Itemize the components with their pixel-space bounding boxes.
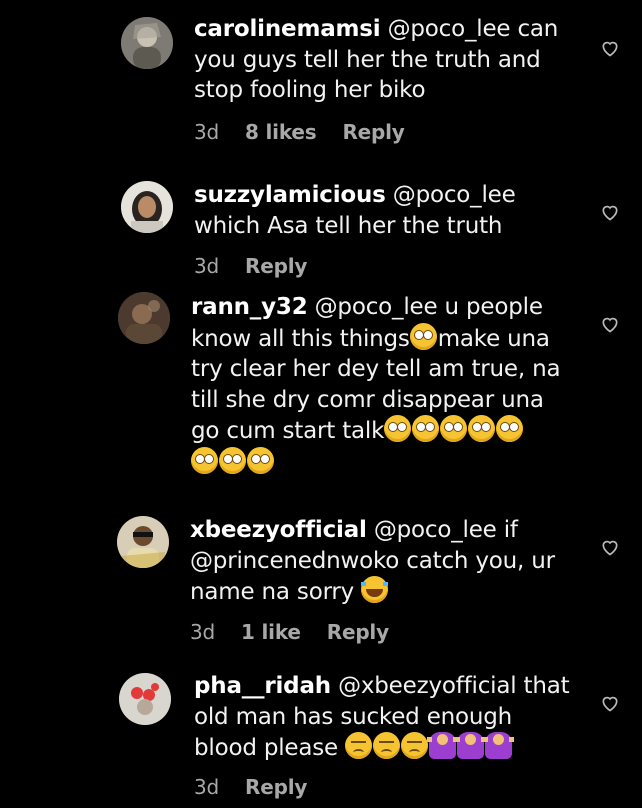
comment-username[interactable]: suzzylamicious	[194, 182, 386, 208]
face-with-rolling-eyes-icon	[247, 446, 274, 474]
heart-outline-icon[interactable]	[600, 38, 620, 58]
face-with-rolling-eyes-icon	[409, 322, 437, 350]
heart-outline-icon[interactable]	[600, 693, 620, 713]
comment-username[interactable]: rann_y32	[191, 294, 308, 320]
comment-time: 3d	[194, 120, 220, 144]
comment-body: stop fooling her biko	[194, 77, 426, 103]
person-shrugging-icon	[427, 732, 459, 759]
heart-outline-icon[interactable]	[600, 537, 620, 557]
heart-outline-icon[interactable]	[600, 202, 620, 222]
person-shrugging-icon	[455, 732, 487, 759]
reply-button[interactable]: Reply	[245, 254, 307, 278]
comment-meta: 3d Reply	[194, 775, 333, 799]
likes-count[interactable]: 8 likes	[245, 120, 317, 144]
avatar[interactable]	[121, 17, 173, 69]
comment-body: @poco_lee can	[380, 16, 559, 42]
reply-button[interactable]: Reply	[245, 775, 307, 799]
avatar[interactable]	[119, 673, 171, 725]
comment-body: name na sorry	[190, 579, 362, 605]
comment-body: @poco_lee if	[366, 517, 518, 543]
comment-body: try clear her dey tell am true, na	[191, 356, 561, 382]
avatar[interactable]	[117, 516, 169, 568]
comment-body: make una	[437, 325, 550, 352]
avatar[interactable]	[118, 292, 170, 344]
comment-text: carolinemamsi @poco_lee can you guys tel…	[194, 14, 558, 106]
comment-time: 3d	[190, 620, 216, 644]
comment-body: @princenednwoko catch you, ur	[190, 547, 555, 574]
comment-time: 3d	[194, 254, 220, 278]
comment-body: @xbeezyofficial that	[330, 673, 570, 699]
comment-meta: 3d Reply	[194, 254, 333, 278]
comment-body: old man has sucked enough	[194, 703, 513, 730]
face-with-rolling-eyes-icon	[496, 415, 524, 442]
comment-body: till she dry comr disappear una	[191, 386, 544, 413]
comment-body: blood please	[194, 735, 346, 761]
face-with-rolling-eyes-icon	[384, 415, 412, 442]
avatar[interactable]	[121, 181, 173, 233]
comment-time: 3d	[194, 775, 220, 799]
face-with-rolling-eyes-icon	[219, 446, 246, 474]
comment-body: @poco_lee	[385, 182, 516, 208]
comment-body: you guys tell her the truth and	[194, 46, 541, 73]
comment-body: go cum start talk	[191, 418, 385, 444]
person-shrugging-icon	[483, 732, 515, 759]
heart-outline-icon[interactable]	[600, 314, 620, 334]
comment-text: rann_y32 @poco_lee u people know all thi…	[191, 292, 561, 478]
face-with-rolling-eyes-icon	[440, 415, 468, 442]
face-with-rolling-eyes-icon	[468, 415, 496, 442]
face-with-rolling-eyes-icon	[191, 446, 218, 474]
likes-count[interactable]: 1 like	[241, 620, 301, 644]
pensive-face-icon	[401, 732, 429, 759]
comment-meta: 3d 8 likes Reply	[194, 120, 431, 144]
comment-username[interactable]: pha__ridah	[194, 673, 331, 699]
pensive-face-icon	[373, 732, 401, 759]
comment-text: pha__ridah @xbeezyofficial that old man …	[194, 671, 570, 764]
comment-text: xbeezyofficial @poco_lee if @princenednw…	[190, 515, 555, 608]
comment-username[interactable]: carolinemamsi	[194, 16, 381, 42]
comment-body: @poco_lee u people	[307, 294, 543, 320]
face-with-rolling-eyes-icon	[412, 415, 440, 442]
pensive-face-icon	[345, 732, 373, 759]
reply-button[interactable]: Reply	[342, 120, 404, 144]
face-with-tears-of-joy-icon	[361, 576, 389, 603]
comment-body: know all this things	[191, 325, 410, 352]
comment-meta: 3d 1 like Reply	[190, 620, 415, 644]
comment-text: suzzylamicious @poco_lee which Asa tell …	[194, 180, 516, 241]
reply-button[interactable]: Reply	[327, 620, 389, 644]
comment-username[interactable]: xbeezyofficial	[190, 517, 367, 543]
comment-body: which Asa tell her the truth	[194, 212, 503, 239]
